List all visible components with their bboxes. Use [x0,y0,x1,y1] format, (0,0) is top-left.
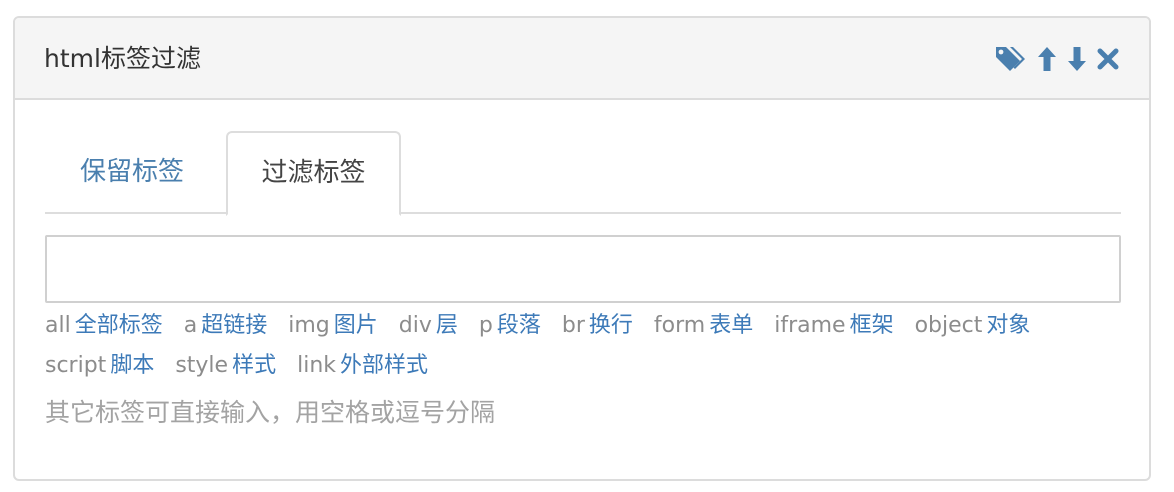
tag-code: p [478,313,493,338]
tag-code: a [183,313,198,338]
panel-title: html标签过滤 [44,44,201,73]
tag-item-style[interactable]: style 样式 [175,346,276,386]
tag-item-img[interactable]: img 图片 [288,306,378,346]
filter-tags-input[interactable] [45,235,1121,303]
close-icon[interactable] [1097,48,1119,70]
tag-code: script [45,353,107,378]
tag-code: link [297,353,337,378]
tag-item-script[interactable]: script 脚本 [45,346,154,386]
tag-name: 段落 [496,313,541,338]
tag-shortcut-list: all 全部标签 a 超链接 img 图片 div 层 p 段落 br 换行 form 表单 … [45,306,1125,386]
tag-name: 样式 [232,353,277,378]
tag-name: 超链接 [201,313,268,338]
tag-name: 表单 [709,313,754,338]
tab-bar: 保留标签 过滤标签 [45,131,1121,216]
tag-name: 换行 [588,313,633,338]
panel-heading: html标签过滤 [15,18,1149,100]
tag-name: 层 [435,313,458,338]
tag-item-p[interactable]: p 段落 [479,306,541,346]
tag-item-form[interactable]: form 表单 [654,306,753,346]
tag-item-link[interactable]: link 外部样式 [297,346,428,386]
tag-code: img [288,313,330,338]
tag-item-br[interactable]: br 换行 [562,306,633,346]
tag-code: br [561,313,585,338]
tag-code: form [653,313,706,338]
tag-code: div [398,313,432,338]
tag-item-div[interactable]: div 层 [399,306,458,346]
tag-name: 对象 [986,313,1031,338]
tag-code: all [45,313,71,338]
tab-keep-tags[interactable]: 保留标签 [45,131,219,214]
tag-item-iframe[interactable]: iframe 框架 [774,306,893,346]
panel-tools [995,45,1119,73]
input-hint: 其它标签可直接输入，用空格或逗号分隔 [45,398,496,427]
tag-name: 外部样式 [340,353,429,378]
tag-code: iframe [774,313,846,338]
tab-filter-tags[interactable]: 过滤标签 [226,131,401,216]
tag-name: 框架 [849,313,894,338]
tag-name: 脚本 [110,353,155,378]
tag-code: object [914,313,983,338]
arrow-up-icon[interactable] [1037,46,1057,72]
html-tag-filter-panel: html标签过滤 保留标签 过滤标签 all 全部标签 a 超链接 img 图片… [13,16,1151,481]
tag-name: 图片 [333,313,378,338]
tag-item-object[interactable]: object 对象 [915,306,1031,346]
arrow-down-icon[interactable] [1067,46,1087,72]
tag-item-all[interactable]: all 全部标签 [45,306,163,346]
tags-icon[interactable] [995,45,1027,73]
tag-item-a[interactable]: a 超链接 [184,306,268,346]
tag-code: style [175,353,229,378]
tag-name: 全部标签 [74,313,163,338]
